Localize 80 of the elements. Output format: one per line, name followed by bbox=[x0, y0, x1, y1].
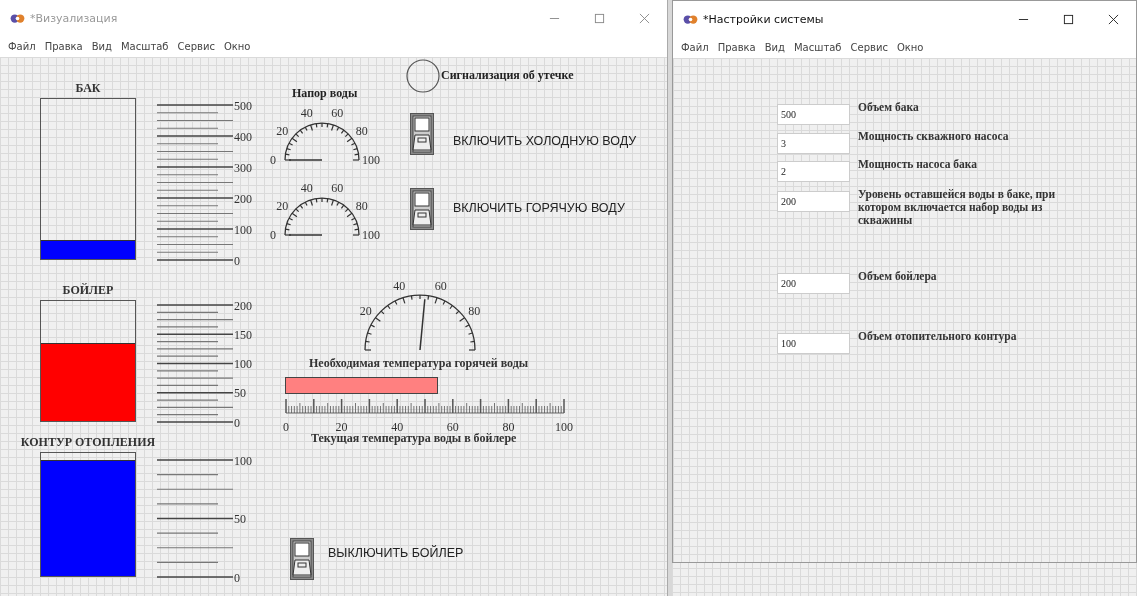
menu-item[interactable]: Сервис bbox=[177, 41, 215, 52]
scale-label: 500 bbox=[234, 98, 252, 113]
gauge-label: 40 bbox=[300, 181, 313, 196]
input-field[interactable]: 200 bbox=[777, 273, 850, 294]
menu-item[interactable]: Окно bbox=[223, 41, 251, 52]
menu-item[interactable]: Масштаб bbox=[121, 41, 169, 52]
input-field[interactable]: 500 bbox=[777, 104, 850, 125]
gauge-label: 80 bbox=[468, 303, 481, 318]
gauge-label: 60 bbox=[434, 279, 447, 294]
gauge-needle bbox=[288, 234, 323, 236]
gauge-label: 100 bbox=[362, 228, 380, 242]
input-field[interactable]: 3 bbox=[777, 133, 850, 154]
bar-caption: Текущая температура воды в бойлере bbox=[311, 431, 517, 446]
menu-item[interactable]: Файл bbox=[8, 41, 36, 52]
leak-label: Сигнализация об утечке bbox=[441, 68, 574, 83]
scale-label: 0 bbox=[234, 415, 240, 430]
window-title: *Настройки системы bbox=[703, 12, 824, 26]
scale-label: 50 bbox=[234, 386, 246, 401]
gauge-label: 20 bbox=[276, 199, 289, 214]
gauge-label: 0 bbox=[270, 153, 276, 167]
gauge-label: 100 bbox=[362, 153, 380, 167]
scale-label: 100 bbox=[234, 453, 252, 468]
tank-label: КОНТУР ОТОПЛЕНИЯ bbox=[20, 435, 156, 450]
scale-label: 100 bbox=[234, 222, 252, 237]
field-label: Объем бака bbox=[858, 101, 920, 114]
menu-item[interactable]: Окно bbox=[896, 42, 924, 53]
gauge-label: 60 bbox=[331, 181, 344, 196]
scale-label: 0 bbox=[234, 570, 240, 585]
field-label: Объем отопительного контура bbox=[858, 330, 1018, 343]
field-label: Мощность насоса бака bbox=[858, 158, 979, 171]
menu-item[interactable]: Вид bbox=[91, 41, 112, 52]
scale-label: 0 bbox=[234, 253, 240, 268]
switch-label: ВКЛЮЧИТЬ ГОРЯЧУЮ ВОДУ bbox=[453, 201, 625, 215]
scale-label: 80 bbox=[502, 420, 515, 434]
tank-label: БОЙЛЕР bbox=[62, 283, 114, 298]
input-field[interactable]: 2 bbox=[777, 161, 850, 182]
scale-label: 100 bbox=[234, 357, 252, 371]
menu-item[interactable]: Сервис bbox=[850, 42, 888, 53]
app-icon bbox=[683, 13, 698, 25]
input-field[interactable]: 200 bbox=[777, 191, 850, 212]
gauge-label: 40 bbox=[393, 279, 406, 294]
gauge-label: 80 bbox=[355, 124, 368, 139]
scale-label: 200 bbox=[234, 298, 252, 313]
app-icon bbox=[10, 12, 25, 24]
menu-item[interactable]: Правка bbox=[717, 42, 756, 53]
scale-label: 60 bbox=[446, 420, 459, 434]
tank-label: БАК bbox=[75, 81, 101, 96]
input-field[interactable]: 100 bbox=[777, 333, 850, 354]
gauge-title: Напор воды bbox=[292, 86, 358, 101]
scale-label: 40 bbox=[391, 420, 404, 434]
scale-label: 100 bbox=[555, 420, 573, 434]
scale-label: 200 bbox=[234, 191, 252, 206]
switch-label: ВКЛЮЧИТЬ ХОЛОДНУЮ ВОДУ bbox=[453, 134, 637, 148]
gauge-label: 20 bbox=[276, 124, 289, 139]
field-label: Уровень оставшейся воды в баке, при котором включается набор воды из скважины bbox=[858, 188, 1057, 227]
menu-item[interactable]: Вид bbox=[764, 42, 785, 53]
gauge-needle bbox=[419, 298, 426, 351]
field-label: Объем бойлера bbox=[858, 270, 938, 283]
menu-item[interactable]: Файл bbox=[681, 42, 709, 53]
menu-item[interactable]: Правка bbox=[44, 41, 83, 52]
scale-label: 300 bbox=[234, 160, 252, 175]
toggle-switch[interactable] bbox=[410, 188, 434, 230]
window-title: *Визуализация bbox=[30, 11, 118, 25]
scale-label: 150 bbox=[234, 327, 252, 342]
gauge-needle bbox=[288, 159, 323, 161]
gauge-caption: Необходимая температура горячей воды bbox=[309, 356, 529, 371]
switch-label: ВЫКЛЮЧИТЬ БОЙЛЕР bbox=[328, 546, 464, 560]
gauge-label: 40 bbox=[300, 106, 313, 121]
field-label: Мощность скважного насоса bbox=[858, 130, 1010, 143]
scale-label: 50 bbox=[234, 512, 246, 526]
scale-label: 20 bbox=[335, 420, 348, 434]
scale-label: 0 bbox=[283, 420, 289, 434]
toggle-switch[interactable] bbox=[290, 538, 314, 580]
scale-label: 400 bbox=[234, 129, 252, 144]
gauge-label: 80 bbox=[355, 199, 368, 214]
menu-item[interactable]: Масштаб bbox=[794, 42, 842, 53]
toggle-switch[interactable] bbox=[410, 113, 434, 155]
gauge-label: 0 bbox=[270, 228, 276, 242]
gauge-label: 20 bbox=[359, 303, 372, 318]
gauge-label: 60 bbox=[331, 106, 344, 121]
